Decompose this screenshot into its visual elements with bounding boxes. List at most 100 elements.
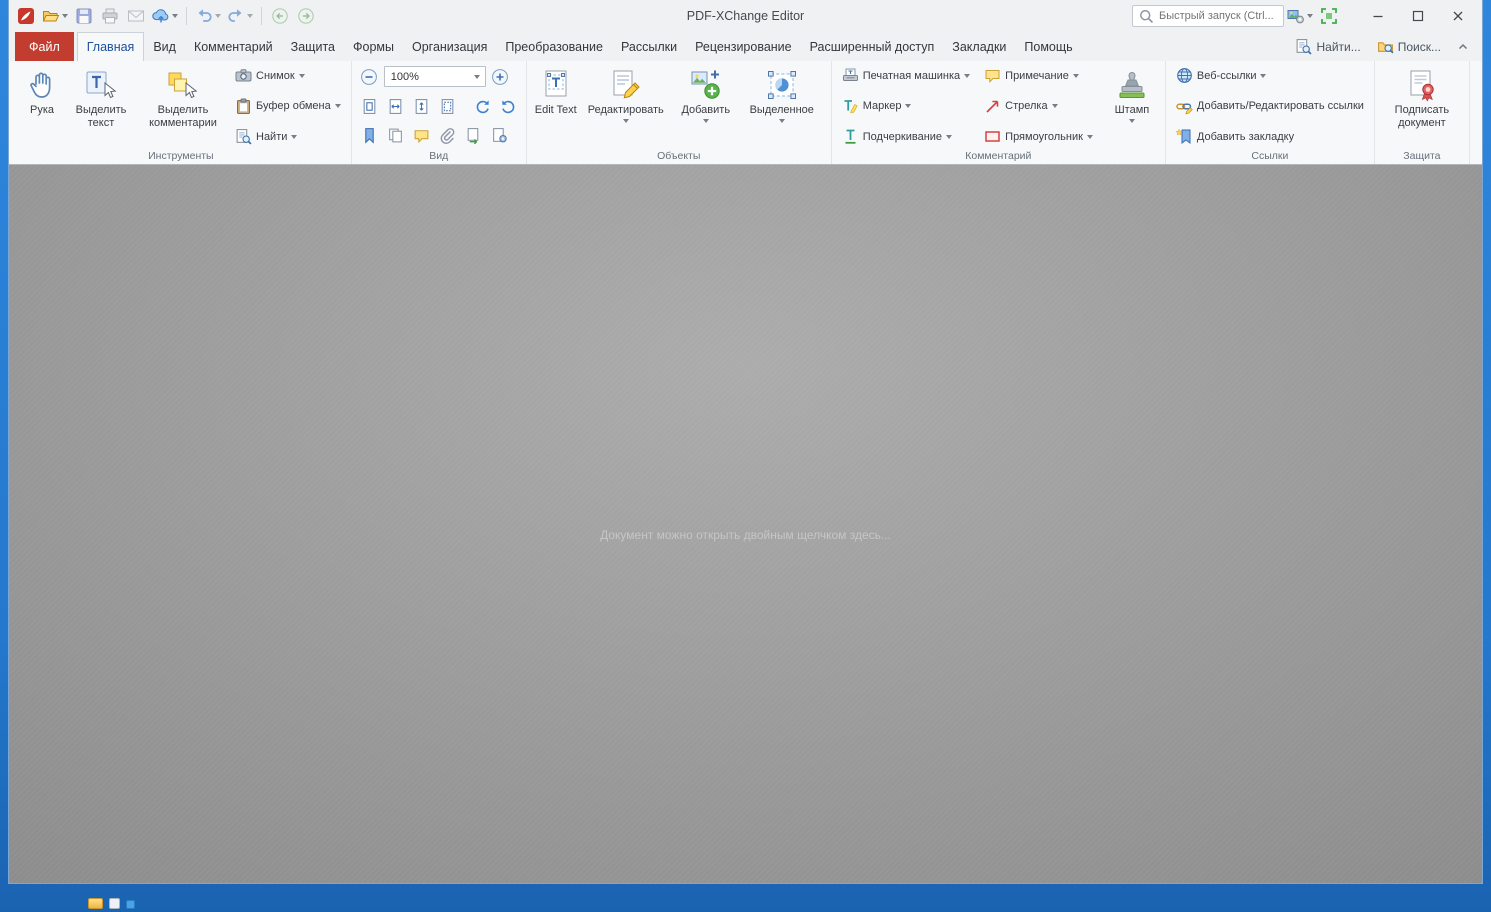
save-button[interactable] <box>72 4 96 28</box>
highlighter-button[interactable]: Маркер <box>838 96 974 117</box>
rotate-cw-button[interactable] <box>497 95 520 118</box>
tab-share[interactable]: Рассылки <box>612 32 686 61</box>
chevron-down-icon <box>946 134 953 139</box>
chevron-down-icon <box>215 14 221 18</box>
snapshot-button[interactable]: Снимок <box>231 65 345 86</box>
rectangle-tool-icon <box>984 128 1001 145</box>
arrow-tool-button[interactable]: Стрелка <box>980 96 1097 117</box>
tab-organize[interactable]: Организация <box>403 32 496 61</box>
select-text-button[interactable]: Выделить текст <box>67 65 135 129</box>
fit-width-button[interactable] <box>384 95 407 118</box>
chevron-down-icon <box>473 74 480 79</box>
select-comments-label: Выделить комментарии <box>149 104 217 129</box>
edit-object-button[interactable]: Редактировать <box>579 65 673 123</box>
zoom-out-button[interactable] <box>358 65 381 88</box>
tools-small-column: Снимок Буфер обмена Найти <box>231 65 345 147</box>
titlebar[interactable]: PDF-XChange Editor <box>9 0 1482 32</box>
stamp-icon <box>1115 68 1149 102</box>
panes-row <box>358 124 520 147</box>
sign-document-button[interactable]: Подписать документ <box>1381 65 1463 129</box>
comments-pane-button[interactable] <box>410 124 433 147</box>
add-object-icon <box>689 68 723 102</box>
select-comments-button[interactable]: Выделить комментарии <box>135 65 231 129</box>
print-button[interactable] <box>98 4 122 28</box>
back-button[interactable] <box>268 4 292 28</box>
find-tool-label: Найти <box>256 130 288 143</box>
underline-button[interactable]: Подчеркивание <box>838 126 974 147</box>
tab-comment[interactable]: Комментарий <box>185 32 282 61</box>
pages-pane-button[interactable] <box>384 124 407 147</box>
close-button[interactable] <box>1438 3 1478 29</box>
ribbon-group-view: 100% Вид <box>352 61 527 164</box>
chevron-down-icon <box>298 73 305 78</box>
redo-button[interactable] <box>225 4 255 28</box>
hand-tool-button[interactable]: Рука <box>17 65 67 117</box>
tab-help[interactable]: Помощь <box>1015 32 1081 61</box>
clipboard-button[interactable]: Буфер обмена <box>231 96 345 117</box>
page-properties-button[interactable] <box>488 124 511 147</box>
search-label: Поиск... <box>1397 39 1441 54</box>
find-button[interactable]: Найти... <box>1288 35 1367 58</box>
app-menu-button[interactable] <box>14 4 38 28</box>
open-button[interactable] <box>40 4 70 28</box>
taskbar-icon[interactable] <box>109 898 120 909</box>
add-bookmark-button[interactable]: Добавить закладку <box>1172 126 1368 147</box>
rotate-ccw-button[interactable] <box>471 95 494 118</box>
bookmarks-pane-button[interactable] <box>358 124 381 147</box>
fit-visible-button[interactable] <box>410 95 433 118</box>
note-button[interactable]: Примечание <box>980 65 1097 86</box>
chevron-down-icon <box>334 104 341 108</box>
forward-button[interactable] <box>294 4 318 28</box>
add-object-button[interactable]: Добавить <box>673 65 739 123</box>
edit-text-button[interactable]: Edit Text <box>533 65 579 117</box>
maximize-button[interactable] <box>1398 3 1438 29</box>
attachments-pane-button[interactable] <box>436 124 459 147</box>
zoom-in-button[interactable] <box>489 65 512 88</box>
tab-review[interactable]: Рецензирование <box>686 32 801 61</box>
web-links-button[interactable]: Веб-ссылки <box>1172 65 1368 86</box>
rectangle-tool-button[interactable]: Прямоугольник <box>980 126 1097 147</box>
undo-button[interactable] <box>193 4 223 28</box>
find-tool-button[interactable]: Найти <box>231 126 345 147</box>
highlighter-icon <box>842 98 859 115</box>
note-icon <box>984 67 1001 84</box>
tab-file[interactable]: Файл <box>15 32 74 61</box>
search-icon <box>1138 8 1155 25</box>
sign-document-label: Подписать документ <box>1394 104 1450 129</box>
fit-page-button[interactable] <box>436 95 459 118</box>
typewriter-icon <box>842 67 859 84</box>
actual-size-button[interactable] <box>358 95 381 118</box>
tab-protect[interactable]: Защита <box>282 32 344 61</box>
tab-bookmarks[interactable]: Закладки <box>943 32 1015 61</box>
stamp-button[interactable]: Штамп <box>1105 65 1159 123</box>
quick-launch-search[interactable] <box>1132 5 1284 27</box>
taskbar-icon[interactable] <box>126 900 135 909</box>
zoom-level-combobox[interactable]: 100% <box>383 66 486 87</box>
camera-icon <box>235 67 252 84</box>
taskbar-icon[interactable] <box>88 898 103 909</box>
chevron-down-icon <box>1128 118 1135 123</box>
tab-forms[interactable]: Формы <box>344 32 403 61</box>
customize-toolbars-button[interactable] <box>1285 4 1315 28</box>
tab-accessibility[interactable]: Расширенный доступ <box>801 32 944 61</box>
note-label: Примечание <box>1005 69 1069 82</box>
minimize-button[interactable] <box>1358 3 1398 29</box>
document-area[interactable]: Документ можно открыть двойным щелчком з… <box>9 165 1482 883</box>
ribbon-group-tools: Рука Выделить текст Выделить комментарии… <box>11 61 352 164</box>
email-button[interactable] <box>124 4 148 28</box>
search-button[interactable]: Поиск... <box>1370 35 1448 58</box>
collapse-ribbon-button[interactable] <box>1450 38 1476 56</box>
fullscreen-button[interactable] <box>1317 4 1341 28</box>
tab-convert[interactable]: Преобразование <box>496 32 612 61</box>
rotate-cw-icon <box>500 98 517 115</box>
tab-view[interactable]: Вид <box>144 32 185 61</box>
quick-launch-input[interactable] <box>1159 10 1278 22</box>
tabrow-right: Найти... Поиск... <box>1288 32 1482 61</box>
add-edit-links-button[interactable]: Добавить/Редактировать ссылки <box>1172 96 1368 117</box>
selected-object-button[interactable]: Выделенное <box>739 65 825 123</box>
typewriter-button[interactable]: Печатная машинка <box>838 65 974 86</box>
toolbar-separator <box>186 7 187 25</box>
share-button[interactable] <box>150 4 180 28</box>
export-page-button[interactable] <box>462 124 485 147</box>
tab-home[interactable]: Главная <box>76 32 145 61</box>
